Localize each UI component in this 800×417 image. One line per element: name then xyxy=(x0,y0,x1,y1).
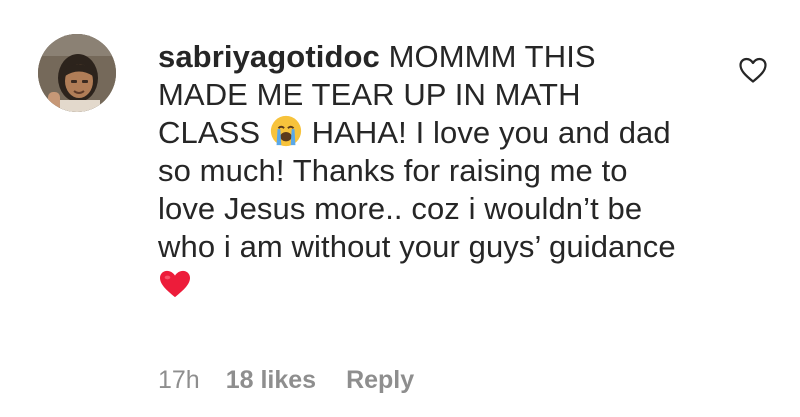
comment: sabriyagotidoc MOMMM THIS MADE ME TEAR U… xyxy=(0,0,800,417)
heart-outline-icon xyxy=(739,57,767,83)
reply-button[interactable]: Reply xyxy=(346,366,414,395)
loudly-crying-face-icon xyxy=(270,115,302,147)
avatar-image xyxy=(38,34,116,112)
like-button[interactable] xyxy=(738,56,768,84)
red-heart-icon xyxy=(160,270,190,298)
comment-timestamp[interactable]: 17h xyxy=(158,366,200,395)
likes-count-button[interactable]: 18 likes xyxy=(226,366,316,395)
avatar[interactable] xyxy=(38,34,116,112)
comment-body: sabriyagotidoc MOMMM THIS MADE ME TEAR U… xyxy=(158,38,678,304)
comment-username[interactable]: sabriyagotidoc xyxy=(158,39,380,74)
comment-meta-row: 17h 18 likes Reply xyxy=(158,366,414,395)
